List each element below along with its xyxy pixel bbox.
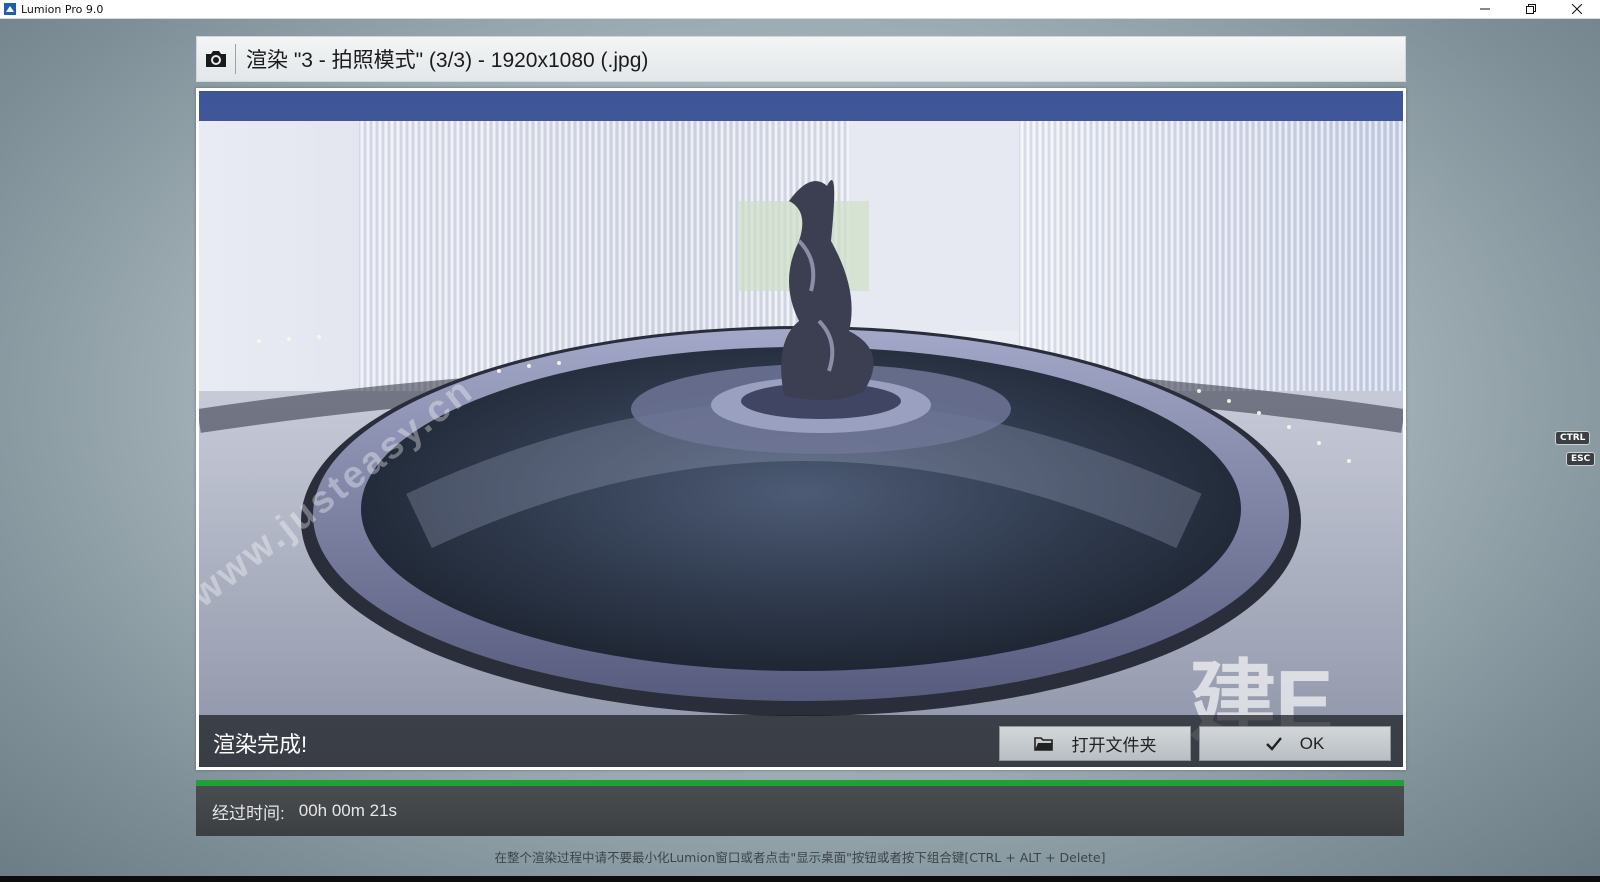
restore-icon bbox=[1526, 4, 1536, 14]
ok-label: OK bbox=[1299, 733, 1325, 753]
esc-key-badge: ESC bbox=[1566, 452, 1596, 466]
render-title: 渲染 "3 - 拍照模式" (3/3) - 1920x1080 (.jpg) bbox=[246, 49, 649, 72]
elapsed-time-value: 00h 00m 21s bbox=[298, 801, 398, 820]
window-controls bbox=[1462, 0, 1600, 18]
taskbar-strip bbox=[0, 876, 1600, 882]
render-preview-frame: www.justeasy.cn 建E网 渲染完成! 打开文件夹 OK bbox=[196, 88, 1406, 770]
window-title: Lumion Pro 9.0 bbox=[21, 2, 104, 16]
minimize-button[interactable] bbox=[1462, 0, 1508, 18]
ctrl-key-badge: CTRL bbox=[1555, 431, 1591, 445]
elapsed-time-panel: 经过时间: 00h 00m 21s bbox=[196, 786, 1404, 836]
ok-button[interactable]: OK bbox=[1199, 726, 1391, 761]
camera-icon bbox=[197, 37, 235, 81]
render-complete-label: 渲染完成! bbox=[213, 732, 308, 757]
close-button[interactable] bbox=[1554, 0, 1600, 18]
rendered-image: www.justeasy.cn 建E网 渲染完成! 打开文件夹 OK bbox=[199, 91, 1403, 767]
lumion-app-icon bbox=[4, 3, 16, 15]
open-folder-button[interactable]: 打开文件夹 bbox=[999, 726, 1191, 761]
render-warning-hint: 在整个渲染过程中请不要最小化Lumion窗口或者点击"显示桌面"按钮或者按下组合… bbox=[494, 850, 1106, 865]
render-status-bar: 渲染完成! 打开文件夹 OK bbox=[199, 715, 1403, 767]
restore-button[interactable] bbox=[1508, 0, 1554, 18]
folder-icon bbox=[1033, 736, 1054, 752]
minimize-icon bbox=[1480, 8, 1490, 10]
close-icon bbox=[1572, 4, 1582, 14]
open-folder-label: 打开文件夹 bbox=[1071, 736, 1157, 755]
window-title-bar: Lumion Pro 9.0 bbox=[0, 0, 1600, 19]
checkmark-icon bbox=[1265, 736, 1282, 751]
render-header: 渲染 "3 - 拍照模式" (3/3) - 1920x1080 (.jpg) bbox=[196, 36, 1406, 82]
header-divider bbox=[235, 44, 236, 74]
elapsed-time-label: 经过时间: bbox=[212, 803, 285, 823]
